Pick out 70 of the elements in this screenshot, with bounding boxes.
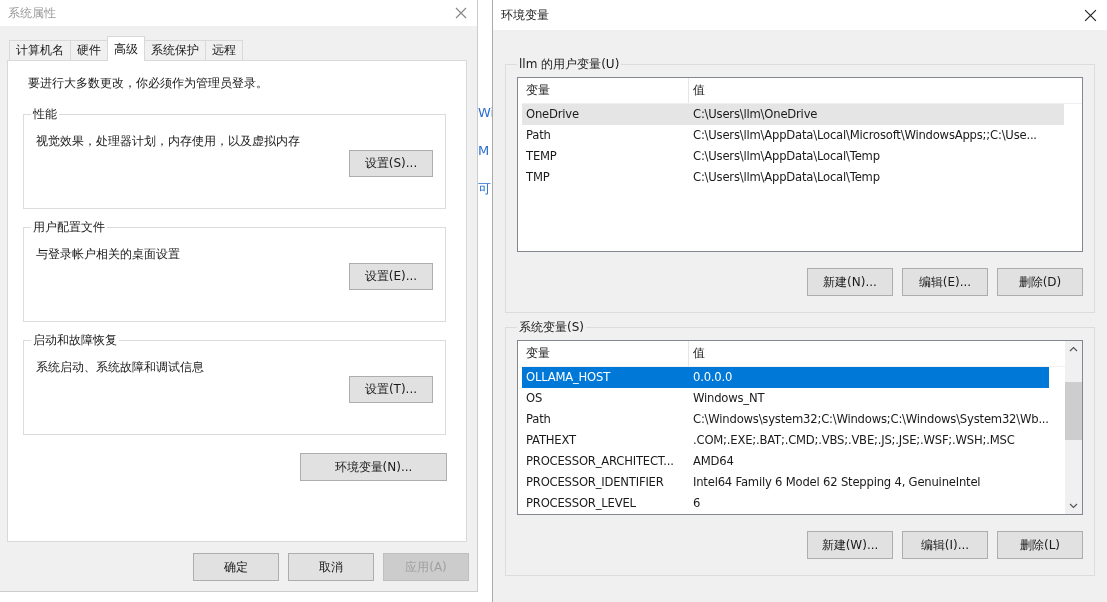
- settings-button[interactable]: 设置(T)...: [349, 376, 433, 403]
- column-header[interactable]: 变量: [522, 78, 689, 103]
- list-row[interactable]: Path C:\Windows\system32;C:\Windows;C:\Windows\System32\Wb...: [522, 409, 1049, 430]
- group-description: 系统启动、系统故障和调试信息: [36, 359, 205, 376]
- group-title: llm 的用户变量(U): [518, 56, 621, 73]
- variable-value: C:\Users\llm\OneDrive: [692, 106, 819, 123]
- list-action-button[interactable]: 编辑(I)...: [902, 531, 988, 559]
- variable-name: PROCESSOR_ARCHITECT...: [525, 453, 675, 470]
- link-fragment: M: [478, 142, 491, 160]
- variable-name: PATHEXT: [525, 432, 577, 449]
- variable-value: Intel64 Family 6 Model 62 Stepping 4, GenuineIntel: [692, 474, 982, 491]
- dialog-button[interactable]: 确定: [193, 553, 279, 581]
- scrollbar[interactable]: [1065, 341, 1082, 514]
- admin-note: 要进行大多数更改，你必须作为管理员登录。: [28, 75, 269, 92]
- list-row[interactable]: OS Windows_NT: [522, 388, 1049, 409]
- variable-value: C:\Users\llm\AppData\Local\Microsoft\WindowsApps;;C:\Use...: [692, 127, 1038, 144]
- variable-name: TEMP: [525, 148, 558, 165]
- settings-button[interactable]: 设置(S)...: [349, 150, 433, 177]
- variable-value: C:\Windows\system32;C:\Windows;C:\Windows\System32\Wb...: [692, 411, 1049, 428]
- list-row[interactable]: TMP C:\Users\llm\AppData\Local\Temp: [522, 167, 1064, 188]
- list-row[interactable]: Path C:\Users\llm\AppData\Local\Microsoft\WindowsApps;;C:\Use...: [522, 125, 1064, 146]
- list-action-button[interactable]: 新建(N)...: [807, 268, 893, 296]
- environment-variables-button[interactable]: 环境变量(N)...: [300, 453, 447, 481]
- list-row[interactable]: PATHEXT .COM;.EXE;.BAT;.CMD;.VBS;.VBE;.JS;.JSE;.WSF;.WSH;.MSC: [522, 430, 1049, 451]
- column-header[interactable]: 值: [689, 78, 1082, 103]
- window-title: 系统属性: [8, 4, 56, 22]
- close-icon[interactable]: [1084, 8, 1097, 22]
- list-row[interactable]: PROCESSOR_LEVEL 6: [522, 493, 1049, 514]
- variable-value: 0.0.0.0: [692, 369, 734, 386]
- variable-value: C:\Users\llm\AppData\Local\Temp: [692, 148, 881, 165]
- link-fragment: 可: [478, 180, 492, 198]
- window-title: 环境变量: [501, 6, 549, 24]
- list-action-button[interactable]: 删除(D): [997, 268, 1083, 296]
- list-action-button[interactable]: 编辑(E)...: [902, 268, 988, 296]
- list-row[interactable]: TEMP C:\Users\llm\AppData\Local\Temp: [522, 146, 1064, 167]
- list-row[interactable]: OLLAMA_HOST 0.0.0.0: [522, 367, 1049, 388]
- list-action-button[interactable]: 删除(L): [997, 531, 1083, 559]
- variable-name: PROCESSOR_LEVEL: [525, 495, 637, 512]
- variable-name: PROCESSOR_IDENTIFIER: [525, 474, 665, 491]
- variable-value: AMD64: [692, 453, 735, 470]
- settings-button[interactable]: 设置(E)...: [349, 263, 433, 290]
- column-header[interactable]: 变量: [522, 341, 689, 366]
- variable-name: TMP: [525, 169, 551, 186]
- dialog-button[interactable]: 取消: [288, 553, 374, 581]
- scroll-up-icon[interactable]: [1069, 346, 1078, 352]
- group-description: 视觉效果，处理器计划，内存使用，以及虚拟内存: [36, 133, 301, 150]
- variable-name: OS: [525, 390, 544, 407]
- variable-name: OLLAMA_HOST: [525, 369, 612, 386]
- tab[interactable]: 高级: [107, 36, 145, 61]
- group-title: 性能: [32, 106, 58, 123]
- variable-name: Path: [525, 127, 552, 144]
- variable-value: Windows_NT: [692, 390, 766, 407]
- group-description: 与登录帐户相关的桌面设置: [36, 246, 181, 263]
- variable-name: Path: [525, 411, 552, 428]
- scroll-down-icon[interactable]: [1069, 503, 1078, 509]
- group-title: 用户配置文件: [32, 219, 106, 236]
- group-title: 启动和故障恢复: [32, 332, 118, 349]
- tab[interactable]: 远程: [205, 40, 243, 60]
- variable-name: OneDrive: [525, 106, 580, 123]
- variable-value: 6: [692, 495, 702, 512]
- list-row[interactable]: PROCESSOR_ARCHITECT... AMD64: [522, 451, 1049, 472]
- variable-value: .COM;.EXE;.BAT;.CMD;.VBS;.VBE;.JS;.JSE;.WSF;.WSH;.MSC: [692, 432, 1016, 449]
- column-header[interactable]: 值: [689, 341, 1065, 366]
- variable-value: C:\Users\llm\AppData\Local\Temp: [692, 169, 881, 186]
- group-title: 系统变量(S): [518, 319, 585, 336]
- list-row[interactable]: OneDrive C:\Users\llm\OneDrive: [522, 104, 1064, 125]
- scrollbar-thumb[interactable]: [1065, 382, 1082, 440]
- tab[interactable]: 计算机名: [9, 40, 71, 60]
- list-row[interactable]: PROCESSOR_IDENTIFIER Intel64 Family 6 Model 62 Stepping 4, GenuineIntel: [522, 472, 1049, 493]
- list-action-button[interactable]: 新建(W)...: [807, 531, 893, 559]
